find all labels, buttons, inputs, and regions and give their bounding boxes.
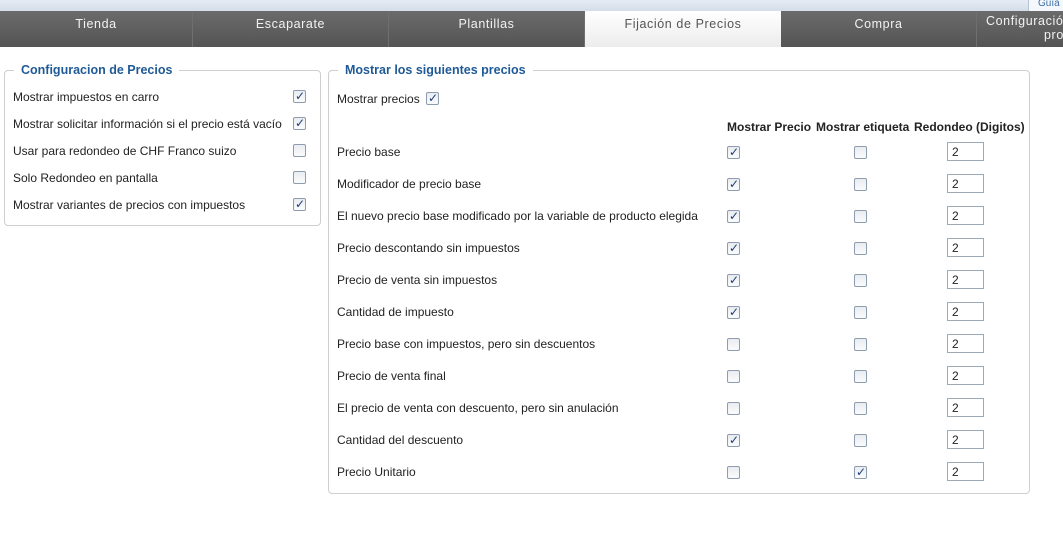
rounding-digits-input[interactable] <box>947 398 984 417</box>
show-price-checkbox[interactable] <box>727 145 740 159</box>
price-row-label: Precio base con impuestos, pero sin desc… <box>337 337 596 351</box>
tab-tienda[interactable]: Tienda <box>0 11 193 47</box>
price-row-label: Precio de venta final <box>337 369 446 383</box>
show-price-checkbox[interactable] <box>727 209 740 223</box>
tab-compra[interactable]: Compra <box>781 11 977 47</box>
guide-link[interactable]: Guía <box>1028 0 1063 11</box>
price-row: Precio descontando sin impuestos <box>337 238 1027 258</box>
config-panel: Configuracion de Precios Mostrar impuest… <box>4 62 321 226</box>
show-prices-row: Mostrar precios <box>337 91 440 106</box>
show-label-checkbox[interactable] <box>854 402 867 415</box>
show-label-checkbox[interactable] <box>854 146 867 159</box>
header-show-label: Mostrar etiqueta <box>816 120 910 134</box>
price-row-label: El nuevo precio base modificado por la v… <box>337 209 698 223</box>
config-option-checkbox[interactable] <box>293 116 306 130</box>
prices-panel: Mostrar los siguientes precios Mostrar p… <box>328 62 1030 494</box>
price-row-label: Precio descontando sin impuestos <box>337 241 520 255</box>
price-row: Modificador de precio base <box>337 174 1027 194</box>
show-label-checkbox[interactable] <box>854 242 867 255</box>
show-label-checkbox[interactable] <box>854 210 867 223</box>
show-label-checkbox[interactable] <box>854 274 867 287</box>
tab-plantillas[interactable]: Plantillas <box>389 11 585 47</box>
rounding-digits-input[interactable] <box>947 462 984 481</box>
show-price-checkbox[interactable] <box>727 177 740 191</box>
config-option-label: Mostrar solicitar información si el prec… <box>13 117 282 131</box>
rounding-digits-input[interactable] <box>947 302 984 321</box>
show-price-checkbox[interactable] <box>727 241 740 255</box>
tab-fijacion-de-precios[interactable]: Fijación de Precios <box>585 11 781 47</box>
config-option-checkbox[interactable] <box>293 144 306 157</box>
price-row: Cantidad del descuento <box>337 430 1027 450</box>
prices-panel-title: Mostrar los siguientes precios <box>338 62 533 78</box>
rounding-digits-input[interactable] <box>947 430 984 449</box>
config-option-label: Usar para redondeo de CHF Franco suizo <box>13 144 237 158</box>
rounding-digits-input[interactable] <box>947 366 984 385</box>
show-price-checkbox[interactable] <box>727 338 740 351</box>
tab-configuracion-line1: Configuració <box>986 14 1063 28</box>
price-row-label: Precio base <box>337 145 401 159</box>
rounding-digits-input[interactable] <box>947 270 984 289</box>
price-row: Precio base con impuestos, pero sin desc… <box>337 334 1027 354</box>
price-row: Precio base <box>337 142 1027 162</box>
show-price-checkbox[interactable] <box>727 273 740 287</box>
rounding-digits-input[interactable] <box>947 238 984 257</box>
show-label-checkbox[interactable] <box>854 434 867 447</box>
price-row: Precio de venta final <box>337 366 1027 386</box>
rounding-digits-input[interactable] <box>947 142 984 161</box>
price-row-label: Modificador de precio base <box>337 177 482 191</box>
price-row: Precio de venta sin impuestos <box>337 270 1027 290</box>
main-tab-bar: Tienda Escaparate Plantillas Fijación de… <box>0 11 1063 47</box>
config-option-checkbox[interactable] <box>293 171 306 184</box>
config-option-row: Mostrar solicitar información si el prec… <box>13 116 315 132</box>
tab-configuracion[interactable]: Configuració pro <box>983 11 1063 47</box>
show-label-checkbox[interactable] <box>854 306 867 319</box>
show-label-checkbox[interactable] <box>854 370 867 383</box>
price-row-label: Cantidad del descuento <box>337 433 464 447</box>
show-label-checkbox[interactable] <box>854 338 867 351</box>
tab-configuracion-line2: pro <box>1044 28 1063 42</box>
price-row-label: El precio de venta con descuento, pero s… <box>337 401 619 415</box>
config-option-row: Solo Redondeo en pantalla <box>13 170 315 186</box>
config-option-row: Usar para redondeo de CHF Franco suizo <box>13 143 315 159</box>
config-option-row: Mostrar variantes de precios con impuest… <box>13 197 315 213</box>
tab-escaparate[interactable]: Escaparate <box>193 11 389 47</box>
rounding-digits-input[interactable] <box>947 206 984 225</box>
price-row: Cantidad de impuesto <box>337 302 1027 322</box>
price-row: Precio Unitario <box>337 462 1027 482</box>
config-option-row: Mostrar impuestos en carro <box>13 89 315 105</box>
show-label-checkbox[interactable] <box>854 178 867 191</box>
rounding-digits-input[interactable] <box>947 334 984 353</box>
price-row: El nuevo precio base modificado por la v… <box>337 206 1027 226</box>
show-label-checkbox[interactable] <box>854 465 867 479</box>
show-price-checkbox[interactable] <box>727 305 740 319</box>
header-rounding: Redondeo (Digitos) <box>914 120 1025 134</box>
rounding-digits-input[interactable] <box>947 174 984 193</box>
config-option-label: Solo Redondeo en pantalla <box>13 171 158 185</box>
header-show-price: Mostrar Precio <box>727 120 812 134</box>
config-option-label: Mostrar impuestos en carro <box>13 90 160 104</box>
config-option-checkbox[interactable] <box>293 89 306 103</box>
price-row-label: Precio Unitario <box>337 465 416 479</box>
show-prices-checkbox[interactable] <box>426 91 440 106</box>
price-row-label: Cantidad de impuesto <box>337 305 454 319</box>
config-panel-title: Configuracion de Precios <box>14 62 180 78</box>
config-option-checkbox[interactable] <box>293 197 306 211</box>
price-row: El precio de venta con descuento, pero s… <box>337 398 1027 418</box>
show-prices-label: Mostrar precios <box>337 91 420 106</box>
price-row-label: Precio de venta sin impuestos <box>337 273 498 287</box>
show-price-checkbox[interactable] <box>727 402 740 415</box>
show-price-checkbox[interactable] <box>727 370 740 383</box>
show-price-checkbox[interactable] <box>727 466 740 479</box>
config-option-label: Mostrar variantes de precios con impuest… <box>13 198 246 212</box>
show-price-checkbox[interactable] <box>727 433 740 447</box>
